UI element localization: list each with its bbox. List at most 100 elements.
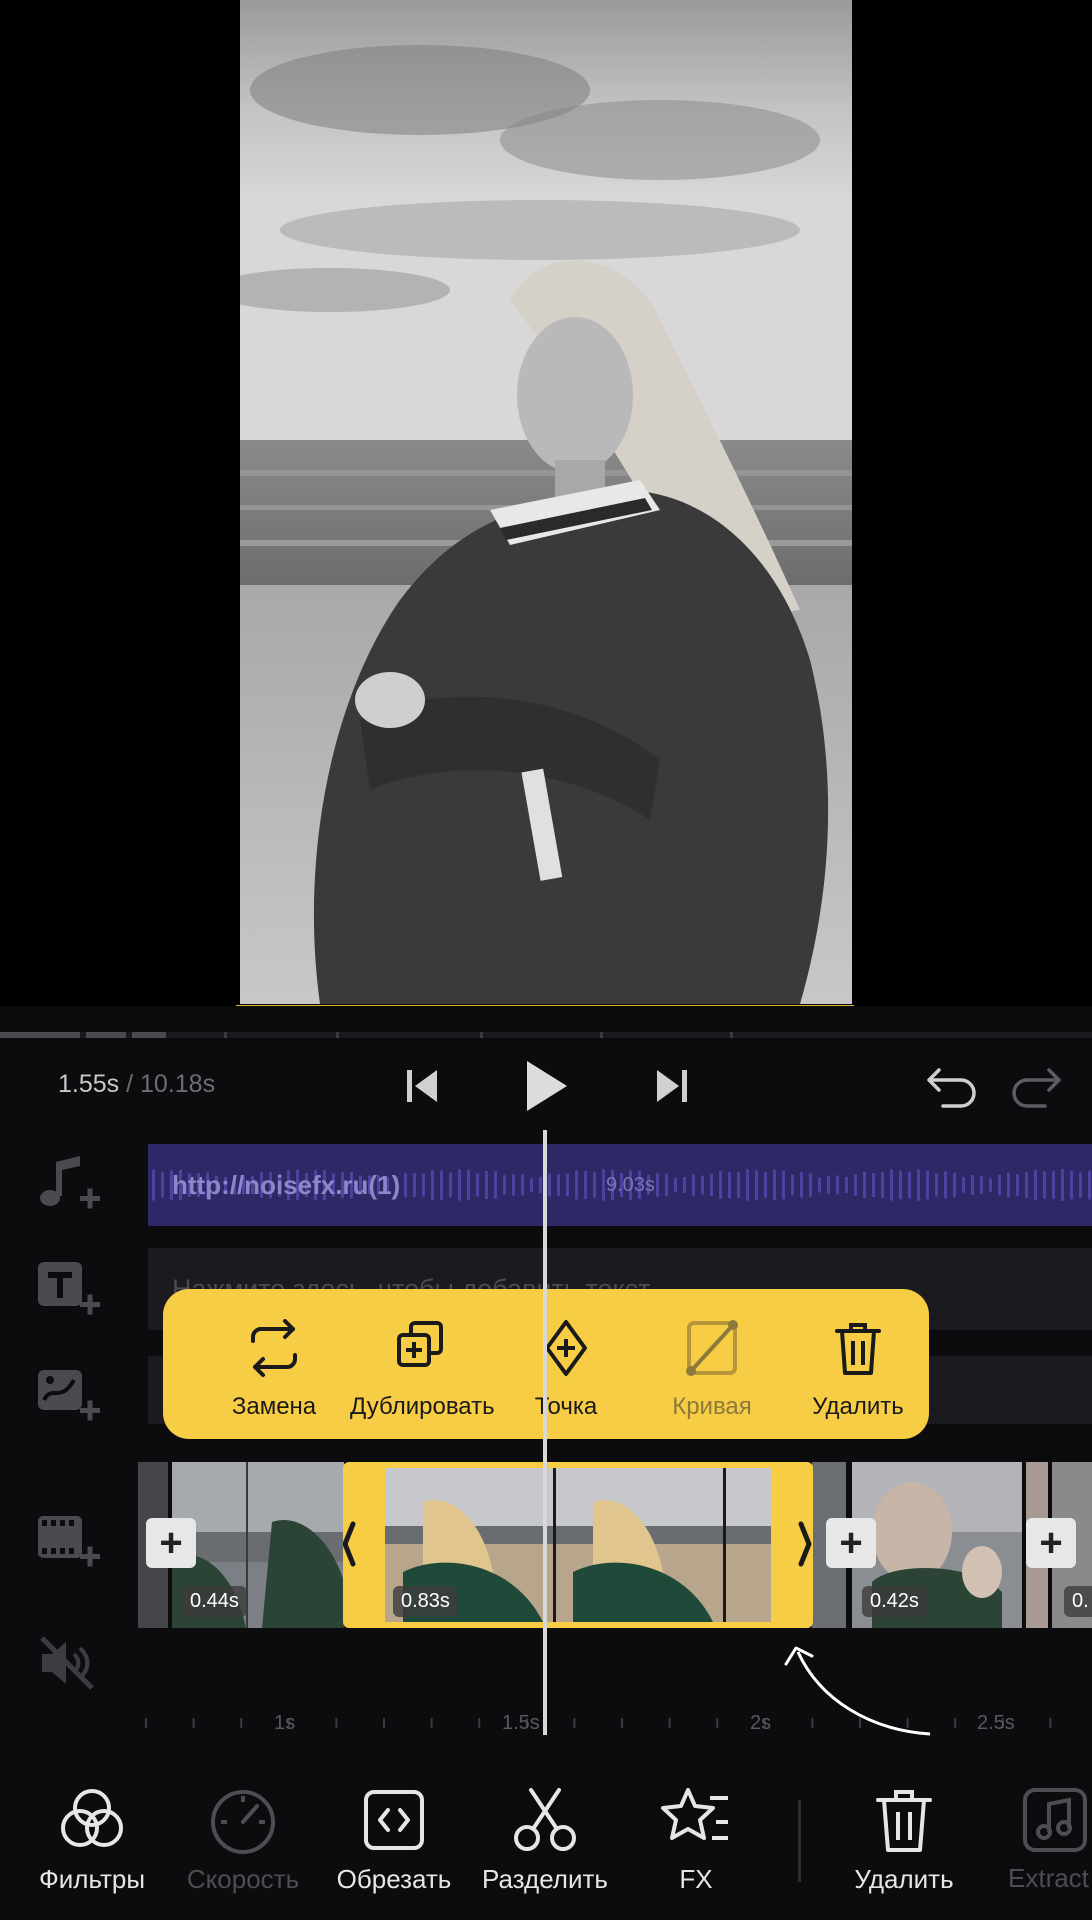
bottom-toolbar: Фильтры Скорость Обрезать Разделить FX У… bbox=[0, 1760, 1092, 1920]
waveform-bar bbox=[854, 1174, 857, 1196]
speed-label: Скорость bbox=[186, 1864, 300, 1894]
add-transition-button-3[interactable]: + bbox=[1026, 1518, 1076, 1568]
waveform-bar bbox=[710, 1173, 713, 1197]
redo-icon bbox=[1012, 1068, 1061, 1108]
keyframe-point-button[interactable]: Точка bbox=[496, 1289, 636, 1439]
trim-button[interactable]: Обрезать bbox=[319, 1760, 469, 1920]
waveform-bar bbox=[908, 1171, 911, 1199]
undo-button[interactable] bbox=[924, 1062, 980, 1110]
waveform-bar bbox=[935, 1173, 938, 1197]
waveform-bar bbox=[962, 1177, 965, 1193]
waveform-bar bbox=[926, 1170, 929, 1200]
delete-clip-label: Удалить bbox=[812, 1393, 904, 1420]
ruler-label-2-5s: 2.5s bbox=[977, 1712, 1015, 1734]
add-transition-button[interactable]: + bbox=[146, 1518, 196, 1568]
video-preview[interactable] bbox=[0, 0, 1092, 1007]
waveform-bar bbox=[881, 1172, 884, 1198]
ruler-tick bbox=[859, 1718, 861, 1728]
trim-icon bbox=[364, 1790, 424, 1850]
waveform-bar bbox=[737, 1172, 740, 1198]
skip-back-icon bbox=[407, 1070, 437, 1102]
waveform-bar bbox=[512, 1174, 515, 1196]
add-text-button[interactable] bbox=[36, 1258, 102, 1324]
waveform-bar bbox=[782, 1170, 785, 1200]
delete-clip-button[interactable]: Удалить bbox=[788, 1289, 928, 1439]
audio-track[interactable]: http://noisefx.ru(1) 9.03s bbox=[148, 1144, 1092, 1226]
waveform-bar bbox=[872, 1172, 875, 1198]
mute-button[interactable] bbox=[36, 1630, 102, 1696]
waveform-bar bbox=[152, 1169, 155, 1201]
waveform-bar bbox=[944, 1171, 947, 1199]
ruler-label-1s: 1s bbox=[274, 1712, 296, 1734]
playhead[interactable] bbox=[543, 1130, 547, 1735]
preview-frame bbox=[240, 0, 852, 1004]
add-text-icon bbox=[38, 1262, 100, 1315]
waveform-bar bbox=[746, 1169, 749, 1201]
filters-button[interactable]: Фильтры bbox=[17, 1760, 167, 1920]
waveform-bar bbox=[539, 1176, 542, 1194]
add-music-button[interactable] bbox=[36, 1152, 102, 1218]
duplicate-icon bbox=[397, 1321, 443, 1367]
add-transition-button-2[interactable]: + bbox=[826, 1518, 876, 1568]
speed-button[interactable]: Скорость bbox=[168, 1760, 318, 1920]
clip-1-duration: 0.44s bbox=[182, 1586, 247, 1617]
clip-5-duration: 0. bbox=[1064, 1586, 1092, 1617]
toolbar-separator bbox=[798, 1800, 801, 1882]
mute-icon bbox=[40, 1636, 94, 1690]
trim-label: Обрезать bbox=[336, 1864, 452, 1894]
ruler-tick bbox=[240, 1718, 243, 1728]
waveform-bar bbox=[701, 1175, 704, 1195]
waveform-bar bbox=[890, 1169, 893, 1201]
waveform-bar bbox=[458, 1169, 461, 1201]
ruler-tick bbox=[478, 1718, 481, 1728]
waveform-bar bbox=[791, 1174, 794, 1196]
replace-button[interactable]: Замена bbox=[204, 1289, 344, 1439]
filters-icon bbox=[61, 1789, 123, 1847]
waveform-bar bbox=[566, 1173, 569, 1197]
ruler-tick bbox=[621, 1718, 623, 1728]
delete-button[interactable]: Удалить bbox=[829, 1760, 979, 1920]
waveform-bar bbox=[1034, 1169, 1037, 1201]
curve-button[interactable]: Кривая bbox=[642, 1289, 782, 1439]
selected-clip[interactable]: 0.83s bbox=[342, 1462, 813, 1628]
skip-forward-icon bbox=[657, 1070, 687, 1102]
waveform-bar bbox=[431, 1170, 434, 1200]
play-icon bbox=[527, 1061, 567, 1111]
split-button[interactable]: Разделить bbox=[470, 1760, 620, 1920]
skip-back-button[interactable] bbox=[400, 1064, 444, 1108]
waveform-bar bbox=[593, 1172, 596, 1198]
waveform-bar bbox=[1079, 1172, 1082, 1198]
ruler-tick bbox=[954, 1718, 957, 1728]
duplicate-label: Дублировать bbox=[350, 1393, 495, 1420]
ruler-tick bbox=[811, 1718, 814, 1728]
replace-icon bbox=[251, 1319, 297, 1377]
waveform-bar bbox=[404, 1172, 407, 1198]
waveform-bar bbox=[161, 1172, 164, 1198]
fx-label: FX bbox=[679, 1864, 713, 1894]
duplicate-button[interactable]: Дублировать bbox=[350, 1289, 495, 1439]
fx-button[interactable]: FX bbox=[621, 1760, 771, 1920]
extract-audio-button[interactable]: Extract Audio bbox=[980, 1760, 1092, 1920]
audio-track-duration: 9.03s bbox=[606, 1174, 655, 1196]
ruler-tick bbox=[430, 1718, 433, 1728]
waveform-bar bbox=[845, 1176, 848, 1194]
skip-forward-button[interactable] bbox=[650, 1064, 694, 1108]
add-music-icon bbox=[40, 1156, 100, 1209]
waveform-bar bbox=[827, 1176, 830, 1194]
delete-label: Удалить bbox=[854, 1864, 954, 1894]
waveform-bar bbox=[917, 1169, 920, 1201]
keyframe-point-label: Точка bbox=[534, 1393, 598, 1420]
waveform-bar bbox=[1061, 1169, 1064, 1201]
waveform-bar bbox=[467, 1169, 470, 1201]
add-overlay-button[interactable] bbox=[36, 1364, 102, 1430]
extract-audio-icon bbox=[1023, 1788, 1087, 1852]
play-button[interactable] bbox=[516, 1056, 576, 1116]
timeline-overview-strip bbox=[0, 1032, 1092, 1038]
waveform-bar bbox=[836, 1175, 839, 1195]
waveform-bar bbox=[1007, 1172, 1010, 1198]
redo-button[interactable] bbox=[1008, 1062, 1064, 1110]
ruler-tick bbox=[335, 1718, 338, 1728]
waveform-bar bbox=[692, 1174, 695, 1196]
waveform-bar bbox=[764, 1172, 767, 1198]
audio-track-label: http://noisefx.ru(1) bbox=[172, 1170, 401, 1200]
